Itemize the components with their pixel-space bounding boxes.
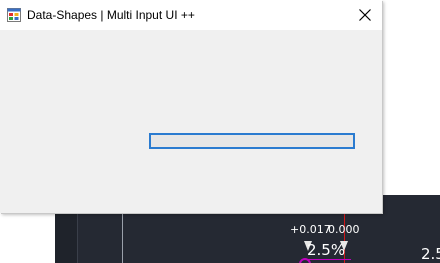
dialog-window: Data-Shapes | Multi Input UI ++ (0, 0, 382, 213)
close-icon (359, 9, 371, 21)
close-button[interactable] (348, 0, 382, 30)
slope-right-label: 2.5 (421, 245, 440, 263)
magenta-line (307, 259, 351, 260)
title-bar[interactable]: Data-Shapes | Multi Input UI ++ (0, 0, 382, 30)
app-form-icon (7, 8, 21, 22)
dimension-left-label: +0.017 (290, 223, 331, 236)
slope-center-label: 2.5% (307, 241, 346, 259)
window-title: Data-Shapes | Multi Input UI ++ (27, 8, 195, 22)
progress-bar (149, 133, 355, 149)
dimension-right-label: 0.000 (328, 223, 360, 236)
